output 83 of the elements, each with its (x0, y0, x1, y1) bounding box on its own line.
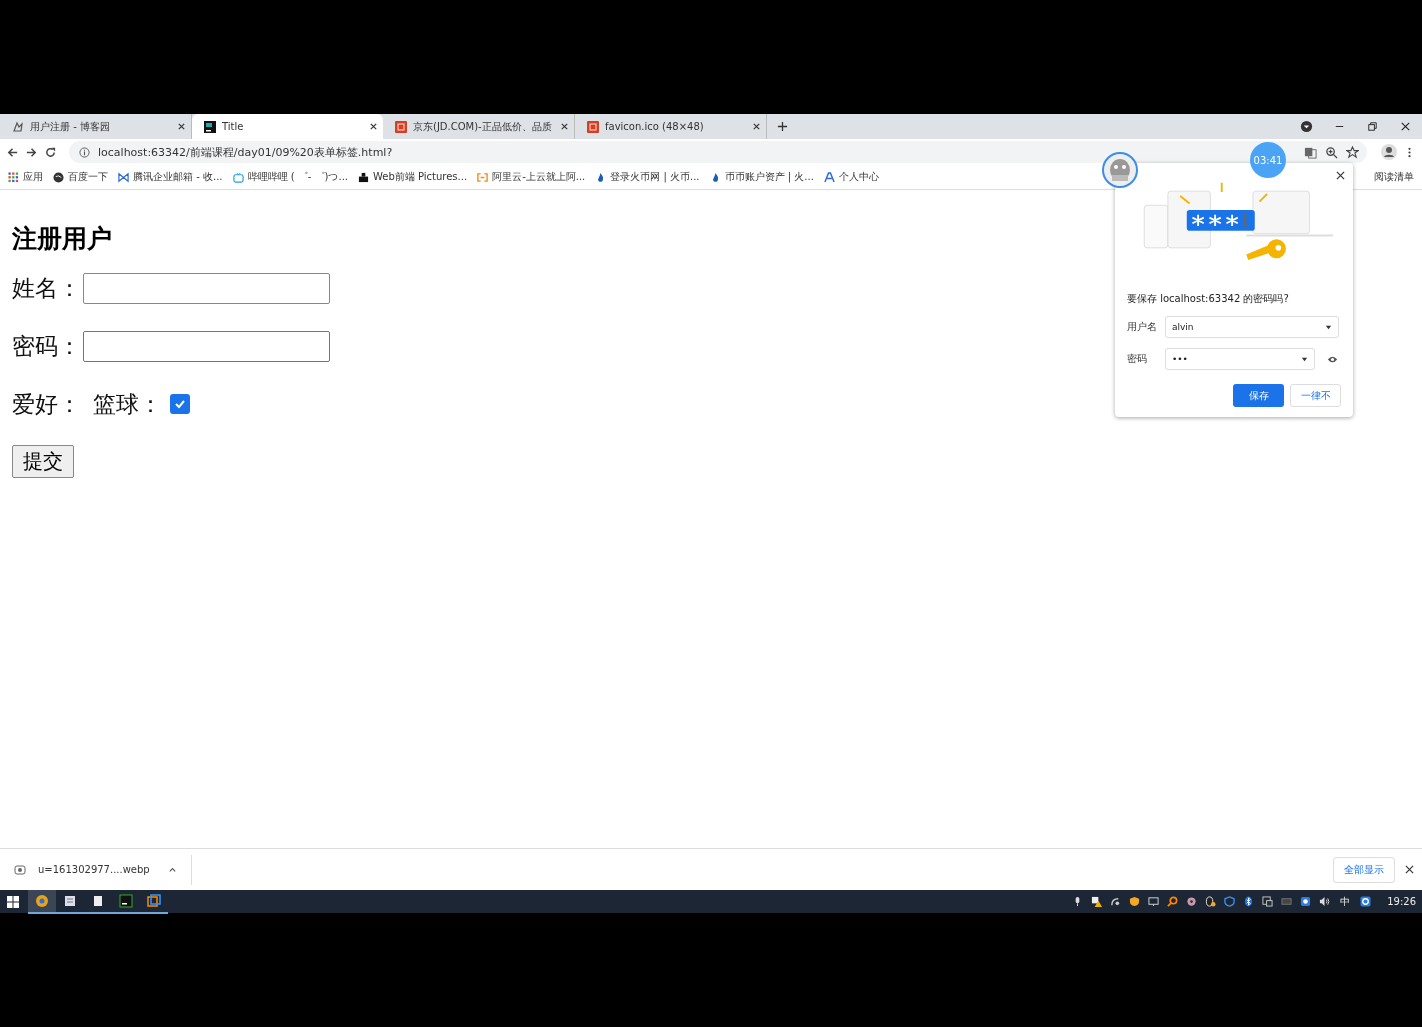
profile-icon[interactable] (1381, 144, 1397, 160)
file-name: u=161302977....webp (38, 864, 150, 875)
bookmark[interactable]: 个人中心 (823, 170, 879, 184)
star-icon[interactable] (1346, 145, 1359, 159)
caret-icon[interactable] (167, 865, 177, 874)
bracket-icon (477, 171, 489, 183)
bookmark-label: 个人中心 (838, 170, 879, 184)
field-label: 姓名： (12, 274, 81, 303)
bird-icon (12, 120, 24, 133)
reload-icon[interactable] (44, 145, 57, 159)
app-icon[interactable] (1300, 896, 1312, 907)
tab-search-icon[interactable] (1300, 120, 1313, 133)
translate-icon[interactable] (1304, 145, 1317, 159)
bookmark[interactable]: 应用 (8, 170, 43, 184)
checkbox[interactable] (170, 394, 190, 414)
penguin-avatar-icon[interactable] (1102, 152, 1138, 188)
close-icon[interactable] (1405, 865, 1414, 874)
dropdown-arrow-icon (1301, 355, 1308, 363)
image-file-icon (14, 863, 26, 876)
browser-tab[interactable]: favicon.ico (48×48) (575, 114, 767, 139)
page-heading: 注册用户 (12, 223, 113, 255)
browser-icon[interactable] (28, 889, 56, 914)
tab-title: 京东(JD.COM)-正品低价、品质 (413, 119, 553, 134)
windows-icon[interactable] (7, 895, 19, 908)
show-all-button[interactable]: 全部显示 (1333, 856, 1395, 883)
card-icon[interactable] (1281, 896, 1293, 907)
close-icon[interactable] (1336, 171, 1345, 180)
speaker-icon[interactable] (1319, 896, 1331, 907)
close-icon[interactable] (752, 122, 761, 131)
field-label: 爱好： (12, 390, 81, 419)
bookmark-label: 应用 (23, 170, 43, 184)
globe-icon (53, 171, 64, 183)
input-method-indicator[interactable]: 中 (1340, 894, 1351, 909)
search-icon[interactable] (1167, 896, 1179, 907)
download-item[interactable]: u=161302977....webp (14, 854, 192, 885)
browser-tab[interactable]: Title (192, 114, 383, 139)
bluetooth-icon[interactable] (1243, 896, 1255, 907)
url-text: localhost:63342/前端课程/day01/09%20表单标签.html? (98, 144, 393, 160)
restore-icon[interactable] (1366, 120, 1379, 133)
clock: 19:26 (1387, 896, 1416, 907)
submit-button[interactable]: 提交 (12, 445, 74, 478)
password-dropdown[interactable]: ••• (1165, 348, 1315, 370)
close-icon[interactable] (560, 122, 569, 131)
shop-icon (395, 120, 407, 133)
zoom-icon[interactable] (1325, 145, 1338, 159)
app-icon (204, 120, 216, 133)
app-icon[interactable] (1360, 896, 1372, 907)
shop-icon (587, 120, 599, 133)
never-button[interactable]: 一律不 (1290, 384, 1341, 407)
input-field[interactable] (83, 330, 330, 362)
browser-tab[interactable]: 京东(JD.COM)-正品低价、品质 (383, 114, 575, 139)
field-label: 密码： (12, 332, 81, 361)
box-icon (358, 171, 369, 183)
tab-title: Title (222, 121, 245, 132)
close-icon[interactable] (369, 122, 378, 131)
username-dropdown[interactable]: alvin (1165, 316, 1339, 338)
screen-icon[interactable] (1262, 896, 1274, 907)
new-tab-icon[interactable] (777, 121, 788, 132)
reading-list[interactable]: 阅读清单 (1374, 170, 1414, 184)
input-field[interactable] (83, 272, 330, 304)
monitor-icon[interactable] (1148, 896, 1160, 907)
dialog-question: 要保存 localhost:63342 的密码吗? (1127, 292, 1290, 306)
field-label: 用户名 (1127, 320, 1158, 334)
bowtie-icon (118, 171, 129, 183)
close-icon[interactable] (177, 122, 186, 131)
penguin-icon[interactable] (1205, 896, 1217, 907)
field-label: 密码 (1127, 352, 1148, 366)
bookmark[interactable]: 百度一下 (53, 170, 108, 184)
shield-icon[interactable] (1129, 896, 1141, 907)
dropdown-arrow-icon (1325, 323, 1332, 331)
tv-icon (232, 171, 244, 183)
checkbox-label: 篮球： (93, 390, 162, 419)
close-icon[interactable] (1399, 120, 1412, 133)
grid-icon (8, 171, 19, 183)
save-button[interactable]: 保存 (1233, 384, 1284, 407)
shield-icon[interactable] (1224, 896, 1236, 907)
eye-icon[interactable] (1327, 354, 1338, 364)
bookmark-label: 百度一下 (68, 170, 108, 184)
logo-icon (823, 171, 835, 183)
tab-title: favicon.ico (48×48) (605, 121, 705, 132)
info-icon[interactable] (79, 146, 90, 158)
tab-title: 用户注册 - 博客园 (30, 119, 111, 134)
network-warning-icon[interactable] (1091, 896, 1103, 907)
